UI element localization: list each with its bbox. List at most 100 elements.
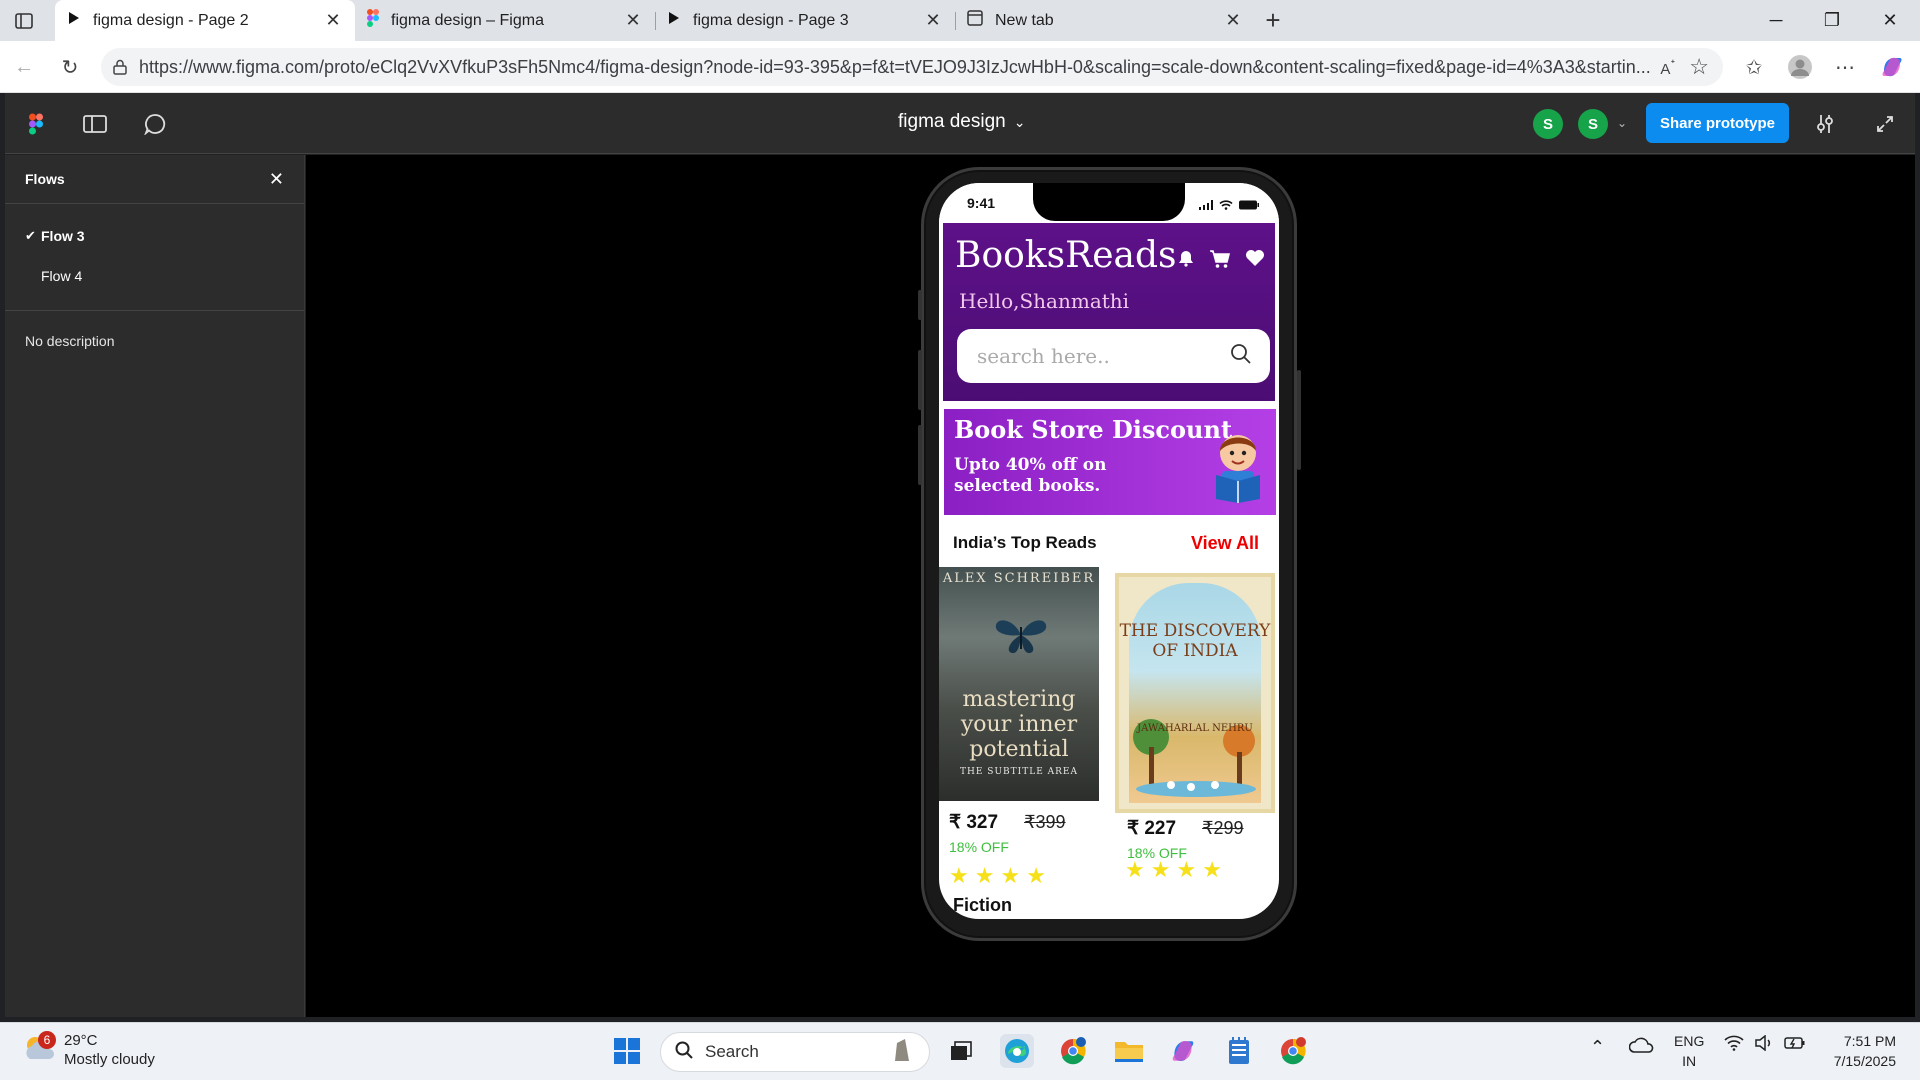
more-menu-icon[interactable]: ⋯ bbox=[1831, 53, 1859, 81]
heart-icon[interactable] bbox=[1245, 249, 1265, 274]
book-cover[interactable]: ALEX SCHREIBER mastering your inner pote… bbox=[939, 567, 1099, 801]
notepad-icon[interactable] bbox=[1222, 1034, 1256, 1068]
star-rating: ★ ★ ★ ★ bbox=[949, 863, 1046, 889]
search-highlight-icon bbox=[889, 1037, 915, 1068]
tab-title: figma design - Page 2 bbox=[93, 11, 249, 29]
tab-figma-file[interactable]: figma design – Figma ✕ bbox=[355, 0, 655, 41]
restore-button[interactable]: ❐ bbox=[1814, 6, 1850, 34]
tab-figma-page-2[interactable]: figma design - Page 2 ✕ bbox=[55, 0, 355, 41]
cloudy-weather-icon: 6 bbox=[22, 1030, 56, 1068]
bell-icon[interactable] bbox=[1177, 249, 1195, 274]
figma-icon bbox=[367, 9, 379, 32]
chevron-up-icon[interactable]: ⌃ bbox=[1590, 1037, 1605, 1058]
profile-avatar-icon[interactable] bbox=[1786, 53, 1814, 81]
star-icon: ★ bbox=[1125, 857, 1145, 882]
minimize-button[interactable]: ─ bbox=[1758, 6, 1794, 34]
share-prototype-button[interactable]: Share prototype bbox=[1646, 103, 1789, 143]
windows-start-icon[interactable] bbox=[610, 1034, 644, 1068]
expand-icon[interactable] bbox=[1871, 111, 1899, 137]
search-icon[interactable] bbox=[1230, 343, 1252, 370]
flow-item-flow-3[interactable]: ✔ Flow 3 bbox=[5, 216, 304, 256]
back-arrow-icon[interactable]: ← bbox=[10, 53, 38, 81]
banner-title: Book Store Discount bbox=[954, 415, 1233, 444]
close-window-button[interactable]: ✕ bbox=[1872, 6, 1908, 34]
favorite-star-icon[interactable]: ☆ bbox=[1689, 54, 1709, 80]
system-clock[interactable]: 7:51 PM 7/15/2025 bbox=[1834, 1031, 1896, 1071]
search-input[interactable] bbox=[977, 344, 1230, 368]
clock-date: 7/15/2025 bbox=[1833, 1053, 1896, 1069]
taskbar-search[interactable]: Search bbox=[660, 1032, 930, 1072]
weather-condition: Mostly cloudy bbox=[64, 1051, 155, 1068]
lang-top: ENG bbox=[1674, 1033, 1705, 1049]
tab-actions-icon[interactable] bbox=[12, 9, 36, 33]
cart-icon[interactable] bbox=[1209, 249, 1231, 274]
battery-charging-icon[interactable] bbox=[1784, 1035, 1806, 1056]
favorites-icon[interactable]: ✩ bbox=[1740, 53, 1768, 81]
onedrive-icon[interactable] bbox=[1628, 1035, 1655, 1060]
copilot-app-icon[interactable] bbox=[1166, 1034, 1200, 1068]
figma-toolbar: figma design ⌄ S S ⌄ Share prototype bbox=[5, 93, 1915, 154]
genre-title: Fiction bbox=[953, 895, 1012, 915]
read-aloud-icon[interactable]: Aᐩ bbox=[1660, 56, 1675, 78]
temperature: 29°C bbox=[64, 1032, 98, 1049]
avatar[interactable]: S bbox=[1578, 109, 1608, 139]
close-icon[interactable]: ✕ bbox=[1223, 10, 1243, 31]
address-bar[interactable]: https://www.figma.com/proto/eClq2VvXVfku… bbox=[101, 48, 1723, 86]
star-rating: ★ ★ ★ ★ bbox=[1125, 857, 1222, 883]
phone-button bbox=[918, 425, 922, 485]
url-text: https://www.figma.com/proto/eClq2VvXVfku… bbox=[139, 56, 1651, 77]
figma-logo-icon[interactable] bbox=[22, 111, 50, 137]
banner-subtitle: Upto 40% off on selected books. bbox=[954, 455, 1107, 496]
book-old-price: ₹299 bbox=[1202, 818, 1244, 838]
tab-figma-page-3[interactable]: figma design - Page 3 ✕ bbox=[655, 0, 955, 41]
taskbar-search-label: Search bbox=[705, 1042, 759, 1061]
reload-icon[interactable]: ↻ bbox=[56, 53, 84, 81]
tab-new-tab[interactable]: New tab ✕ bbox=[955, 0, 1255, 41]
copilot-icon[interactable] bbox=[1878, 53, 1906, 81]
chevron-down-icon[interactable]: ⌄ bbox=[1617, 116, 1627, 130]
flow-item-flow-4[interactable]: Flow 4 bbox=[5, 256, 304, 296]
flow-label: Flow 4 bbox=[41, 268, 83, 284]
avatar[interactable]: S bbox=[1533, 109, 1563, 139]
chrome-profile-icon[interactable] bbox=[1056, 1034, 1090, 1068]
search-box[interactable] bbox=[957, 329, 1270, 383]
view-all-link[interactable]: View All bbox=[1191, 533, 1259, 554]
language-indicator[interactable]: ENG IN bbox=[1674, 1031, 1704, 1071]
chrome-profile-icon[interactable] bbox=[1276, 1034, 1310, 1068]
settings-sliders-icon[interactable] bbox=[1811, 111, 1839, 137]
close-icon[interactable]: ✕ bbox=[323, 10, 343, 31]
address-row: ← ↻ https://www.figma.com/proto/eClq2VvX… bbox=[0, 41, 1920, 93]
discount-banner[interactable]: Book Store Discount Upto 40% off on sele… bbox=[944, 409, 1276, 515]
windows-taskbar: 6 29°C Mostly cloudy Search ⌃ ENG IN 7:5… bbox=[0, 1022, 1920, 1080]
tab-title: figma design – Figma bbox=[391, 11, 544, 29]
weather-alert-badge: 6 bbox=[38, 1030, 56, 1049]
app-header: BooksReads Hello,Shanmathi bbox=[943, 223, 1275, 401]
comment-icon[interactable] bbox=[141, 111, 169, 137]
site-info-icon[interactable] bbox=[101, 59, 139, 75]
star-icon: ★ bbox=[1176, 857, 1197, 882]
file-title[interactable]: figma design ⌄ bbox=[898, 111, 1025, 133]
new-tab-button[interactable]: + bbox=[1260, 7, 1286, 34]
edge-browser-icon[interactable] bbox=[1000, 1034, 1034, 1068]
file-explorer-icon[interactable] bbox=[1112, 1034, 1146, 1068]
task-view-icon[interactable] bbox=[944, 1034, 978, 1068]
sidebar-toggle-icon[interactable] bbox=[81, 111, 109, 137]
newtab-icon bbox=[967, 10, 983, 31]
volume-icon[interactable] bbox=[1754, 1034, 1774, 1056]
flows-title: Flows bbox=[25, 171, 65, 187]
weather-widget[interactable]: 6 29°C Mostly cloudy bbox=[22, 1030, 155, 1069]
lang-bottom: IN bbox=[1682, 1053, 1697, 1069]
book-cover[interactable]: THE DISCOVERY OF INDIA JAWAHARLAL NEHRU bbox=[1115, 573, 1275, 813]
tab-title: figma design - Page 3 bbox=[693, 11, 849, 29]
wifi-icon bbox=[1219, 197, 1233, 215]
close-icon[interactable]: ✕ bbox=[269, 169, 284, 190]
file-title-label: figma design bbox=[898, 111, 1006, 132]
close-icon[interactable]: ✕ bbox=[623, 10, 643, 31]
star-icon: ★ bbox=[1202, 857, 1222, 882]
close-icon[interactable]: ✕ bbox=[923, 10, 943, 31]
wifi-icon[interactable] bbox=[1724, 1035, 1744, 1056]
book-cover-author: JAWAHARLAL NEHRU bbox=[1137, 723, 1253, 734]
discount-label: 18% OFF bbox=[949, 839, 1009, 855]
book-old-price: ₹399 bbox=[1024, 812, 1066, 832]
phone-screen: 9:41 BooksReads Hello,Shanmathi Book Sto… bbox=[939, 183, 1279, 919]
